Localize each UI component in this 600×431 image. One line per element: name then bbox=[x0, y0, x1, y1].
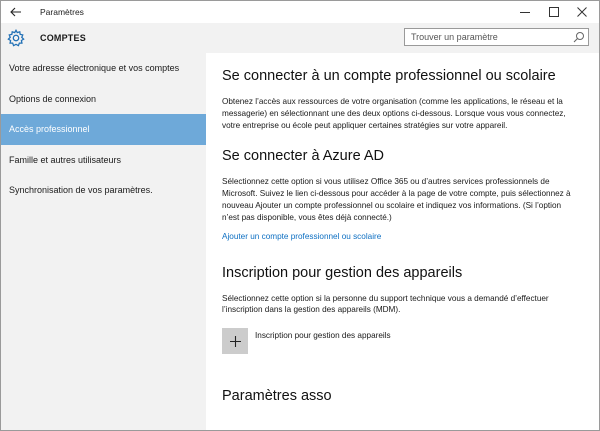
azure-ad-description: Sélectionnez cette option si vous utilis… bbox=[222, 177, 571, 222]
maximize-icon bbox=[549, 7, 559, 17]
plus-icon bbox=[229, 335, 241, 347]
heading-azure-ad: Se connecter à Azure AD bbox=[222, 148, 385, 165]
enroll-device-label[interactable]: Inscription pour gestion des appareils bbox=[255, 331, 391, 340]
work-school-description: Obtenez l’accès aux ressources de votre … bbox=[222, 97, 566, 130]
sidebar-nav: Votre adresse électronique et vos compte… bbox=[1, 53, 206, 206]
minimize-button[interactable] bbox=[511, 1, 539, 23]
content-inner: Se connecter à un compte professionnel o… bbox=[222, 53, 582, 404]
sidebar-item-family-users[interactable]: Famille et autres utilisateurs bbox=[1, 145, 206, 176]
maximize-button[interactable] bbox=[540, 1, 568, 23]
search-icon[interactable] bbox=[573, 31, 585, 43]
close-icon bbox=[577, 7, 587, 17]
header-bar: Trouver un paramètre bbox=[206, 23, 599, 53]
sidebar-item-sync-settings[interactable]: Synchronisation de vos paramètres. bbox=[1, 175, 206, 206]
device-management-description: Sélectionnez cette option si la personne… bbox=[222, 293, 549, 315]
sidebar-item-email-accounts[interactable]: Votre adresse électronique et vos compte… bbox=[1, 53, 206, 84]
add-work-account-link[interactable]: Ajouter un compte professionnel ou scola… bbox=[222, 232, 582, 241]
heading-device-management: Inscription pour gestion des appareils bbox=[222, 264, 463, 281]
settings-window: Paramètres COMPTES Votre adresse électro… bbox=[0, 0, 600, 431]
minimize-icon bbox=[520, 12, 530, 13]
search-box[interactable]: Trouver un paramètre bbox=[404, 28, 589, 46]
sidebar: COMPTES Votre adresse électronique et vo… bbox=[1, 23, 206, 430]
search-input[interactable]: Trouver un paramètre bbox=[411, 29, 498, 46]
enroll-device-row: Inscription pour gestion des appareils bbox=[222, 328, 582, 355]
back-arrow-icon bbox=[10, 7, 21, 17]
back-button[interactable] bbox=[1, 1, 31, 23]
heading-related-settings: Paramètres asso bbox=[222, 388, 332, 405]
main-content: Se connecter à un compte professionnel o… bbox=[206, 53, 599, 430]
sidebar-item-sign-in-options[interactable]: Options de connexion bbox=[1, 84, 206, 115]
close-button[interactable] bbox=[568, 1, 596, 23]
window-title: Paramètres bbox=[40, 7, 84, 17]
sidebar-item-work-access[interactable]: Accès professionnel bbox=[1, 114, 206, 145]
heading-work-school: Se connecter à un compte professionnel o… bbox=[222, 68, 556, 84]
gear-icon bbox=[7, 29, 25, 47]
enroll-device-button[interactable] bbox=[222, 328, 248, 355]
section-title: COMPTES bbox=[40, 33, 86, 43]
title-bar: Paramètres bbox=[1, 1, 599, 23]
app-header: COMPTES bbox=[1, 23, 206, 53]
